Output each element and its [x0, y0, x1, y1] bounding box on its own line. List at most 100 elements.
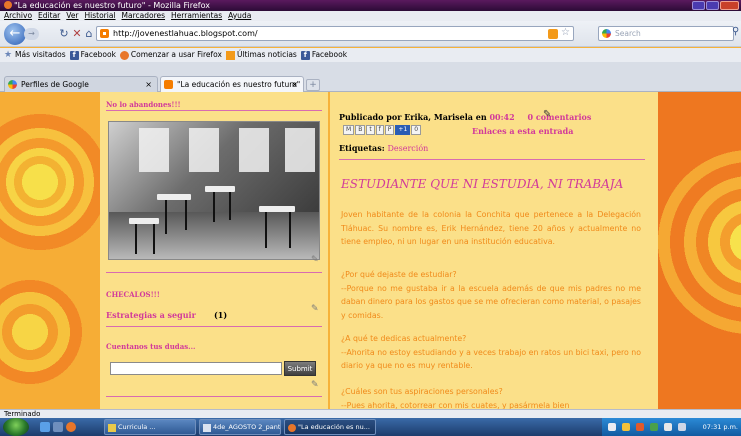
- search-icon[interactable]: ⚲: [732, 26, 739, 37]
- tag-link[interactable]: Deserción: [387, 144, 428, 153]
- url-text: http://jovenestlahuac.blogspot.com/: [113, 29, 258, 38]
- email-share-button[interactable]: M: [343, 125, 355, 135]
- bookmark-star-icon[interactable]: ☆: [561, 27, 570, 38]
- show-desktop-icon[interactable]: [53, 422, 63, 432]
- bookmark-facebook[interactable]: f Facebook: [69, 48, 116, 62]
- decorative-swirl-right: [658, 92, 741, 409]
- menu-item-archivo[interactable]: Archivo: [4, 11, 32, 21]
- clock[interactable]: 07:31 p.m.: [703, 418, 738, 436]
- forward-button[interactable]: →: [24, 28, 39, 40]
- widget-title: No lo abandones!!!: [106, 100, 181, 109]
- blog-sidebar: No lo abandones!!! ✎ CHECALOS!!! Estrate…: [100, 92, 328, 409]
- page-content: No lo abandones!!! ✎ CHECALOS!!! Estrate…: [0, 92, 741, 409]
- window-controls: [692, 1, 739, 10]
- tray-icon[interactable]: [622, 423, 630, 431]
- status-text: Terminado: [4, 410, 41, 418]
- post-byline: Publicado por Erika, Marisela en 00:42 0…: [339, 112, 592, 122]
- navigation-toolbar: ← → ↻ ✕ ⌂ http://jovenestlahuac.blogspot…: [0, 21, 741, 47]
- facebook-icon: f: [300, 50, 310, 60]
- bookmark-getting-started[interactable]: Comenzar a usar Firefox: [119, 48, 222, 62]
- classroom-photo[interactable]: [108, 121, 320, 260]
- ie-icon[interactable]: [40, 422, 50, 432]
- comments-link[interactable]: 0 comentarios: [527, 112, 591, 122]
- taskbar-item-document[interactable]: 4de_AGOSTO 2_pant...: [199, 419, 281, 435]
- decorative-swirl-left: [0, 92, 100, 409]
- status-bar: Terminado: [0, 409, 741, 418]
- rss-icon: [225, 50, 235, 60]
- stop-icon[interactable]: ✕: [71, 27, 83, 41]
- links-to-post-label[interactable]: Enlaces a esta entrada: [472, 126, 573, 136]
- google-icon: [602, 29, 611, 38]
- menu-item-editar[interactable]: Editar: [38, 11, 60, 21]
- minimize-button[interactable]: [692, 1, 705, 10]
- window-title-bar: "La educación es nuestro futuro" - Mozil…: [0, 0, 741, 11]
- post-paragraph: Joven habitante de la colonia la Conchit…: [341, 210, 641, 246]
- back-button[interactable]: ←: [4, 23, 26, 45]
- facebook-icon: f: [69, 50, 79, 60]
- menu-item-ayuda[interactable]: Ayuda: [228, 11, 251, 21]
- menu-item-herramientas[interactable]: Herramientas: [171, 11, 222, 21]
- reload-icon[interactable]: ↻: [58, 27, 70, 41]
- plusone-count: 0: [411, 125, 422, 135]
- search-placeholder: Search: [615, 29, 641, 38]
- firefox-icon: [4, 1, 12, 9]
- post-paragraph: ¿Cuáles son tus aspiraciones personales?…: [341, 387, 570, 409]
- edit-widget-icon[interactable]: ✎: [311, 304, 319, 314]
- firefox-icon: [288, 424, 296, 432]
- strategies-link[interactable]: Estrategias a seguir: [106, 310, 196, 320]
- close-window-button[interactable]: [720, 1, 739, 10]
- language-icon[interactable]: [608, 423, 616, 431]
- maximize-button[interactable]: [706, 1, 719, 10]
- volume-icon[interactable]: [678, 423, 686, 431]
- blog-post: Publicado por Erika, Marisela en 00:42 0…: [330, 92, 658, 409]
- folder-icon: [108, 424, 116, 432]
- tray-icon[interactable]: [636, 423, 644, 431]
- twitter-share-button[interactable]: t: [366, 125, 375, 135]
- windows-taskbar: Curricula ... 4de_AGOSTO 2_pant... "La e…: [0, 418, 741, 436]
- search-input[interactable]: Search: [598, 26, 734, 41]
- widget-title: CHECALOS!!!: [106, 290, 160, 299]
- tray-icon[interactable]: [650, 423, 658, 431]
- menu-item-historial[interactable]: Historial: [85, 11, 116, 21]
- menu-item-ver[interactable]: Ver: [66, 11, 78, 21]
- star-icon: ★: [4, 49, 13, 60]
- system-tray: 07:31 p.m.: [602, 418, 741, 436]
- document-icon: [203, 424, 211, 432]
- submit-button[interactable]: Submit: [284, 361, 316, 376]
- google-icon: [8, 80, 17, 89]
- tab-strip: Perfiles de Google × "La educación es nu…: [0, 62, 741, 92]
- bookmark-latest-news[interactable]: Últimas noticias: [225, 48, 297, 62]
- edit-widget-icon[interactable]: ✎: [311, 255, 319, 265]
- blogthis-share-button[interactable]: B: [355, 125, 366, 135]
- plusone-button[interactable]: +1: [395, 125, 411, 135]
- bookmark-facebook-2[interactable]: f Facebook: [300, 48, 347, 62]
- blogger-favicon: [100, 29, 109, 38]
- question-input[interactable]: [110, 362, 282, 375]
- taskbar-item-firefox[interactable]: "La educación es nu...: [284, 419, 376, 435]
- new-tab-button[interactable]: +: [306, 79, 320, 91]
- network-icon[interactable]: [664, 423, 672, 431]
- bookmarks-toolbar: ★ Más visitados f Facebook Comenzar a usar…: [0, 48, 741, 62]
- firefox-icon: [119, 50, 129, 60]
- edit-widget-icon[interactable]: ✎: [311, 380, 319, 390]
- close-tab-icon[interactable]: ×: [145, 77, 152, 92]
- tab-blog[interactable]: "La educación es nuestro futuro" ×: [160, 76, 304, 92]
- home-icon[interactable]: ⌂: [83, 27, 95, 41]
- rss-icon[interactable]: [548, 29, 558, 39]
- bookmark-most-visited[interactable]: ★ Más visitados: [4, 48, 66, 62]
- taskbar-item-curricula[interactable]: Curricula ...: [104, 419, 196, 435]
- facebook-share-button[interactable]: f: [375, 125, 384, 135]
- edit-post-icon[interactable]: ✎: [543, 109, 551, 120]
- pinterest-share-button[interactable]: P: [384, 125, 395, 135]
- blogger-favicon: [164, 80, 173, 89]
- menu-item-marcadores[interactable]: Marcadores: [122, 11, 166, 21]
- window-title: "La educación es nuestro futuro" - Mozil…: [14, 1, 210, 10]
- close-tab-icon[interactable]: ×: [291, 77, 298, 92]
- share-buttons: M B t f P +1 0: [343, 125, 422, 135]
- firefox-icon[interactable]: [66, 422, 76, 432]
- post-time-link[interactable]: 00:42: [489, 112, 514, 122]
- start-button[interactable]: [3, 418, 29, 436]
- url-bar[interactable]: http://jovenestlahuac.blogspot.com/: [96, 26, 574, 41]
- tab-google-profiles[interactable]: Perfiles de Google ×: [4, 76, 158, 92]
- widget-title: Cuentanos tus dudas...: [106, 342, 196, 351]
